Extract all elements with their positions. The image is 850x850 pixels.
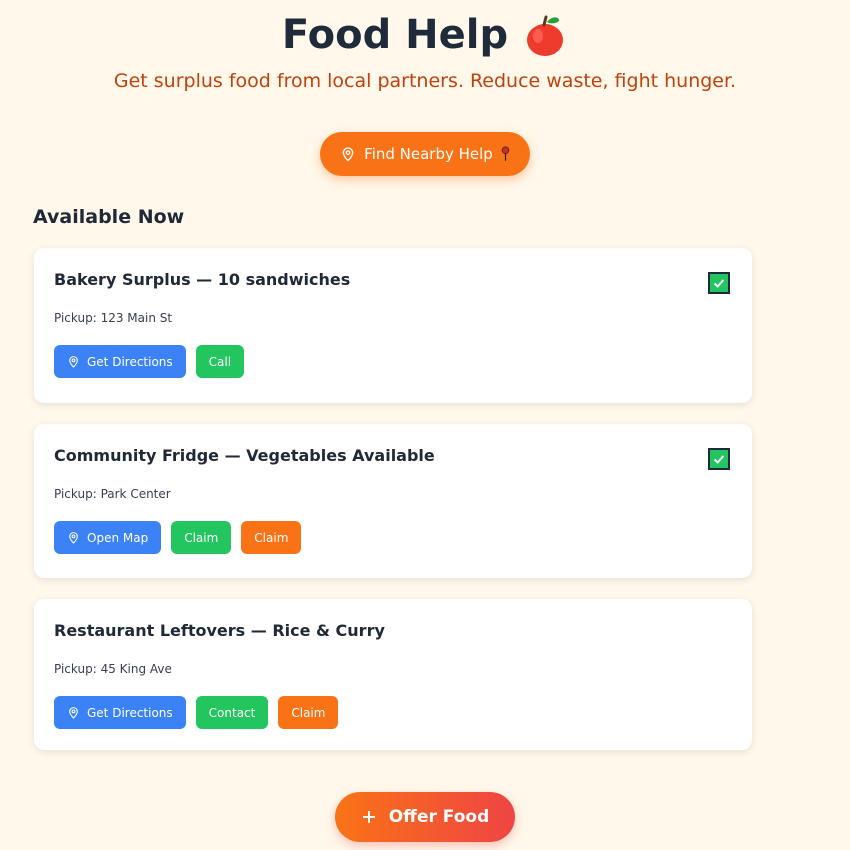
map-pin-icon — [69, 707, 78, 719]
map-pin-icon — [342, 147, 354, 162]
button-label: Contact — [208, 705, 256, 720]
offer-food-label: Offer Food — [388, 807, 490, 827]
page-title-row: Food Help — [282, 12, 568, 58]
check-icon — [713, 279, 725, 288]
claim-button[interactable]: Claim — [241, 521, 302, 554]
open-map-button[interactable]: Open Map — [54, 521, 162, 554]
card-pickup: Pickup: 123 Main St — [54, 311, 173, 325]
food-card: Community Fridge — Vegetables Available … — [34, 424, 752, 578]
get-directions-button[interactable]: Get Directions — [54, 345, 186, 378]
button-label: Get Directions — [87, 354, 173, 369]
contact-button[interactable]: Contact — [195, 696, 269, 729]
claim-button[interactable]: Claim — [278, 696, 339, 729]
button-label: Claim — [254, 530, 289, 545]
card-pickup: Pickup: 45 King Ave — [54, 662, 172, 676]
find-nearby-help-button[interactable]: Find Nearby Help — [320, 132, 530, 176]
offer-food-button[interactable]: Offer Food — [334, 792, 516, 842]
card-actions: Open Map Claim Claim — [54, 521, 732, 554]
get-directions-button[interactable]: Get Directions — [54, 696, 186, 729]
page-subtitle: Get surplus food from local partners. Re… — [113, 70, 737, 92]
button-label: Call — [208, 354, 232, 369]
map-pin-icon — [69, 532, 78, 544]
plus-icon — [362, 811, 375, 823]
call-button[interactable]: Call — [195, 345, 245, 378]
button-label: Claim — [184, 530, 219, 545]
page-header: Food Help Get surplus food from local pa… — [0, 0, 850, 92]
map-pin-icon — [69, 356, 78, 368]
button-label: Open Map — [87, 530, 149, 545]
card-title: Community Fridge — Vegetables Available — [54, 446, 435, 465]
checkbox-checked[interactable] — [708, 272, 730, 294]
food-card: Restaurant Leftovers — Rice & Curry Pick… — [34, 599, 752, 750]
check-icon — [713, 455, 725, 464]
checkbox-checked[interactable] — [708, 448, 730, 470]
food-list: Bakery Surplus — 10 sandwiches Pickup: 1… — [34, 248, 752, 750]
card-pickup: Pickup: Park Center — [54, 487, 171, 501]
pushpin-icon — [501, 146, 510, 161]
card-actions: Get Directions Call — [54, 345, 732, 378]
card-title: Bakery Surplus — 10 sandwiches — [54, 270, 351, 289]
find-nearby-help-label: Find Nearby Help — [364, 145, 493, 163]
button-label: Claim — [291, 705, 326, 720]
card-title: Restaurant Leftovers — Rice & Curry — [54, 621, 385, 640]
button-label: Get Directions — [87, 705, 173, 720]
claim-button[interactable]: Claim — [171, 521, 232, 554]
card-actions: Get Directions Contact Claim — [54, 696, 732, 729]
food-card: Bakery Surplus — 10 sandwiches Pickup: 1… — [34, 248, 752, 403]
page-title: Food Help — [281, 12, 509, 58]
section-title: Available Now — [33, 206, 185, 228]
apple-icon — [522, 12, 568, 58]
